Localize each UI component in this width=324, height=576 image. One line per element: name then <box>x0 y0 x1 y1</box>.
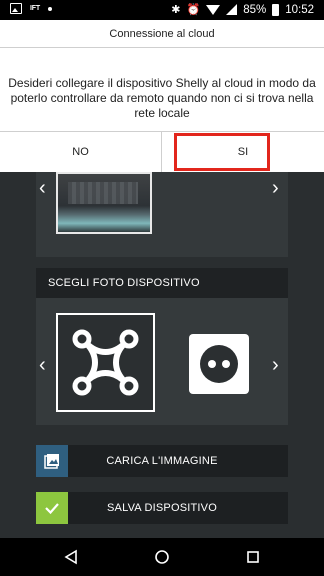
cloud-connection-dialog: Connessione al cloud Desideri collegare … <box>0 20 324 172</box>
socket-pin-left <box>208 360 216 368</box>
back-icon[interactable] <box>63 549 79 565</box>
dot-icon <box>47 6 52 11</box>
dialog-title: Connessione al cloud <box>109 28 215 40</box>
dialog-message: Desideri collegare il dispositivo Shelly… <box>8 76 316 120</box>
upload-image-label: CARICA L'IMMAGINE <box>106 455 218 467</box>
home-icon[interactable] <box>154 549 170 565</box>
image-icon <box>10 3 22 14</box>
battery-percent: 85% <box>243 3 267 16</box>
chevron-right-icon[interactable]: › <box>272 178 279 198</box>
image-upload-icon <box>36 445 68 477</box>
recents-icon[interactable] <box>245 549 261 565</box>
shelly-node-icon <box>72 329 139 396</box>
save-device-button[interactable]: SALVA DISPOSITIVO <box>36 492 288 524</box>
save-device-label: SALVA DISPOSITIVO <box>107 502 217 514</box>
wifi-icon <box>206 4 221 15</box>
socket-pin-right <box>222 360 230 368</box>
divider <box>0 47 324 48</box>
checkmark-icon <box>36 492 68 524</box>
clock: 10:52 <box>285 3 314 16</box>
power-socket-icon <box>200 345 238 383</box>
room-photo-detail <box>68 182 138 204</box>
android-nav-bar <box>0 538 324 576</box>
no-button[interactable]: NO <box>0 132 161 172</box>
room-photo-thumbnail[interactable] <box>56 172 152 234</box>
device-option-selected[interactable] <box>56 313 155 412</box>
bluetooth-icon: ✱ <box>171 4 181 16</box>
yes-button-highlight <box>174 133 270 171</box>
gallery-icon <box>44 454 59 469</box>
device-photo-section-title: SCEGLI FOTO DISPOSITIVO <box>36 268 288 298</box>
status-bar: IFT ✱ ⏰ 85% 10:52 <box>0 0 324 20</box>
chevron-right-icon[interactable]: › <box>272 355 279 375</box>
upload-image-button[interactable]: CARICA L'IMMAGINE <box>36 445 288 477</box>
signal-icon <box>226 4 238 15</box>
alarm-icon: ⏰ <box>186 4 201 16</box>
device-option-socket[interactable] <box>189 334 249 394</box>
battery-icon <box>272 3 280 16</box>
chevron-left-icon[interactable]: ‹ <box>39 178 46 198</box>
ift-icon: IFT <box>30 5 40 12</box>
chevron-left-icon[interactable]: ‹ <box>39 355 46 375</box>
